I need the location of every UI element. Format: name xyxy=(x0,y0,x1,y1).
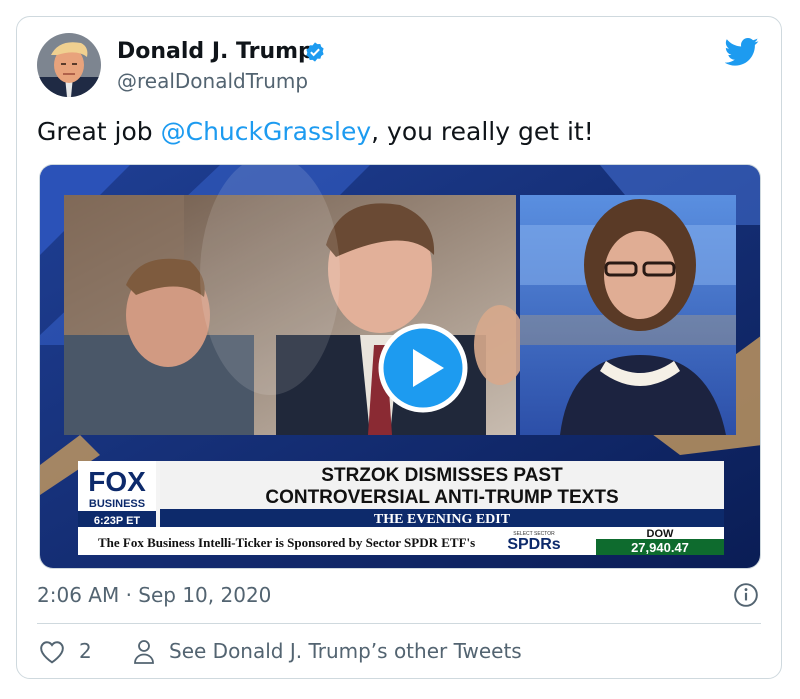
tweet-text: Great job @ChuckGrassley, you really get… xyxy=(37,117,594,146)
clock-text: 6:23P ET xyxy=(94,515,141,527)
like-count[interactable]: 2 xyxy=(79,639,92,663)
video-player[interactable]: FOX BUSINESS 6:23P ET STRZOK DISMISSES P… xyxy=(39,164,761,569)
index-value: 27,940.47 xyxy=(631,540,689,555)
author-name[interactable]: Donald J. Trump xyxy=(117,39,314,64)
author-handle[interactable]: @realDonaldTrump xyxy=(117,69,308,93)
tweet-card: Donald J. Trump @realDonaldTrump Great j… xyxy=(16,16,782,679)
play-icon[interactable] xyxy=(378,323,468,413)
tweet-timestamp[interactable]: 2:06 AM · Sep 10, 2020 xyxy=(37,583,271,607)
see-other-tweets-link[interactable]: See Donald J. Trump’s other Tweets xyxy=(169,639,522,663)
person-icon xyxy=(134,640,154,664)
divider xyxy=(37,623,761,624)
index-name: DOW xyxy=(647,528,675,540)
info-icon[interactable] xyxy=(733,582,759,608)
ticker-text: The Fox Business Intelli-Ticker is Spons… xyxy=(98,535,475,550)
mention-link[interactable]: @ChuckGrassley xyxy=(161,117,372,146)
fox-logo-text: FOX xyxy=(88,466,146,497)
headline-line2: CONTROVERSIAL ANTI-TRUMP TEXTS xyxy=(265,487,618,508)
show-name: THE EVENING EDIT xyxy=(374,512,511,527)
twitter-bird-icon[interactable] xyxy=(725,37,759,67)
tweet-text-after: , you really get it! xyxy=(371,117,594,146)
avatar[interactable] xyxy=(37,33,101,97)
ticker-brand: SPDRs xyxy=(507,536,560,553)
fox-business-text: BUSINESS xyxy=(89,498,145,510)
heart-icon[interactable] xyxy=(39,640,65,664)
verified-badge-icon xyxy=(306,42,324,62)
tweet-text-before: Great job xyxy=(37,117,161,146)
headline-line1: STRZOK DISMISSES PAST xyxy=(321,465,563,486)
